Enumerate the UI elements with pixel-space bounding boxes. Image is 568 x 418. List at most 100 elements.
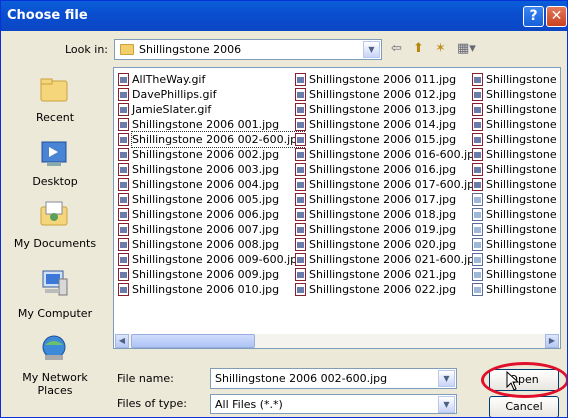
view-menu-icon[interactable]: ▦▾	[457, 41, 476, 57]
image-file-icon	[295, 148, 306, 161]
file-item[interactable]: Shillingstone 2006 020.jpg	[293, 237, 469, 252]
file-item[interactable]: Shillingstone 20(	[470, 87, 560, 102]
close-button[interactable]: ✕	[546, 6, 567, 27]
file-item[interactable]: Shillingstone 2006 002.jpg	[116, 147, 292, 162]
file-name: Shillingstone 20(	[486, 163, 560, 176]
file-item[interactable]: Shillingstone 2006 003.jpg	[116, 162, 292, 177]
scroll-right-icon[interactable]: ▶	[545, 334, 559, 348]
image-file-icon	[118, 88, 129, 101]
file-item[interactable]: Shillingstone 20(	[470, 282, 560, 297]
file-item[interactable]: Shillingstone 2006 021-600.jpg	[293, 252, 481, 267]
file-item[interactable]: JamieSlater.gif	[116, 102, 292, 117]
file-item[interactable]: Shillingstone 2006 017-600.jpg	[293, 177, 481, 192]
scrollbar-thumb[interactable]	[131, 334, 255, 348]
file-item[interactable]: Shillingstone 20(	[470, 72, 560, 87]
file-name: DavePhillips.gif	[132, 88, 217, 101]
file-item[interactable]: Shillingstone 2006 002-600.jpg	[116, 131, 306, 148]
file-name: Shillingstone 2006 018.jpg	[309, 208, 457, 221]
image-file-icon	[472, 118, 483, 131]
file-type-value: All Files (*.*)	[215, 398, 283, 411]
file-item[interactable]: Shillingstone 2006 006.jpg	[116, 207, 292, 222]
file-item[interactable]: Shillingstone 20(	[470, 132, 560, 147]
file-item[interactable]: Shillingstone 20(	[470, 117, 560, 132]
image-file-icon	[118, 283, 129, 296]
desktop-icon	[41, 141, 67, 166]
image-file-icon	[118, 118, 129, 131]
file-column: AllTheWay.gif DavePhillips.gif JamieSlater…	[116, 72, 306, 297]
up-folder-icon[interactable]: ⬆	[413, 41, 424, 57]
file-item[interactable]: Shillingstone 2006 017.jpg	[293, 192, 469, 207]
place-label: My Network Places	[22, 371, 88, 397]
file-item[interactable]: Shillingstone 2006 009.jpg	[116, 267, 292, 282]
file-name: Shillingstone 20(	[486, 103, 560, 116]
file-item[interactable]: Shillingstone 20(	[470, 207, 560, 222]
file-item[interactable]: Shillingstone 2006 018.jpg	[293, 207, 469, 222]
file-item[interactable]: Shillingstone 2006 019.jpg	[293, 222, 469, 237]
file-item[interactable]: Shillingstone 20(	[470, 252, 560, 267]
image-file-icon	[295, 178, 306, 191]
file-name: Shillingstone 2006 014.jpg	[309, 118, 457, 131]
network-places-icon	[42, 335, 66, 360]
file-item[interactable]: DavePhillips.gif	[116, 87, 292, 102]
image-file-icon	[472, 193, 483, 206]
file-name-input[interactable]: Shillingstone 2006 002-600.jpg ▼	[210, 368, 457, 389]
file-item[interactable]: Shillingstone 2006 005.jpg	[116, 192, 292, 207]
back-icon[interactable]: ⇦	[391, 41, 402, 57]
file-item[interactable]: Shillingstone 20(	[470, 192, 560, 207]
file-item[interactable]: Shillingstone 20(	[470, 147, 560, 162]
file-name: Shillingstone 20(	[486, 178, 560, 191]
look-in-dropdown[interactable]: Shillingstone 2006 ▼	[114, 39, 382, 60]
file-item[interactable]: Shillingstone 2006 007.jpg	[116, 222, 292, 237]
image-file-icon	[118, 163, 129, 176]
file-name: Shillingstone 20(	[486, 88, 560, 101]
file-item[interactable]: Shillingstone 2006 009-600.jpg	[116, 252, 304, 267]
file-item[interactable]: Shillingstone 20(	[470, 162, 560, 177]
file-item[interactable]: Shillingstone 20(	[470, 222, 560, 237]
file-list[interactable]: AllTheWay.gif DavePhillips.gif JamieSlater…	[113, 67, 561, 349]
image-file-icon	[118, 193, 129, 206]
file-item[interactable]: Shillingstone 2006 001.jpg	[116, 117, 292, 132]
file-item[interactable]: Shillingstone 2006 022.jpg	[293, 282, 469, 297]
image-file-icon	[118, 223, 129, 236]
image-file-icon	[472, 208, 483, 221]
file-item[interactable]: Shillingstone 2006 004.jpg	[116, 177, 292, 192]
image-file-icon	[472, 268, 483, 281]
file-name: Shillingstone 2006 022.jpg	[309, 283, 457, 296]
file-item[interactable]: Shillingstone 2006 015.jpg	[293, 132, 469, 147]
horizontal-scrollbar[interactable]: ◀ ▶	[115, 334, 559, 348]
chevron-down-icon[interactable]: ▼	[363, 41, 380, 58]
image-file-icon	[472, 73, 483, 86]
scroll-left-icon[interactable]: ◀	[115, 334, 129, 348]
image-file-icon	[295, 253, 306, 266]
file-name: Shillingstone 20(	[486, 238, 560, 251]
chevron-down-icon[interactable]: ▼	[438, 370, 455, 387]
help-button[interactable]: ?	[523, 6, 544, 27]
chevron-down-icon[interactable]: ▼	[438, 396, 455, 413]
new-folder-icon[interactable]: ✶	[435, 41, 446, 57]
file-item[interactable]: Shillingstone 20(	[470, 267, 560, 282]
file-name: Shillingstone 20(	[486, 268, 560, 281]
file-item[interactable]: Shillingstone 2006 016-600.jpg	[293, 147, 481, 162]
file-type-dropdown[interactable]: All Files (*.*) ▼	[210, 394, 457, 414]
image-file-icon	[472, 238, 483, 251]
file-item[interactable]: Shillingstone 20(	[470, 177, 560, 192]
file-item[interactable]: Shillingstone 2006 011.jpg	[293, 72, 469, 87]
file-item[interactable]: AllTheWay.gif	[116, 72, 292, 87]
file-item[interactable]: Shillingstone 2006 016.jpg	[293, 162, 469, 177]
file-item[interactable]: Shillingstone 2006 014.jpg	[293, 117, 469, 132]
place-label: Recent	[35, 111, 75, 124]
file-item[interactable]: Shillingstone 2006 010.jpg	[116, 282, 292, 297]
mouse-cursor-icon	[506, 371, 520, 391]
file-name: Shillingstone 2006 005.jpg	[132, 193, 280, 206]
image-file-icon	[118, 133, 129, 146]
file-item[interactable]: Shillingstone 2006 012.jpg	[293, 87, 469, 102]
file-item[interactable]: Shillingstone 20(	[470, 237, 560, 252]
file-type-label: Files of type:	[117, 397, 188, 410]
file-item[interactable]: Shillingstone 2006 008.jpg	[116, 237, 292, 252]
title-bar[interactable]: Choose file ? ✕	[1, 1, 567, 31]
file-item[interactable]: Shillingstone 20(	[470, 102, 560, 117]
file-item[interactable]: Shillingstone 2006 013.jpg	[293, 102, 469, 117]
cancel-button[interactable]: Cancel	[489, 396, 559, 417]
file-item[interactable]: Shillingstone 2006 021.jpg	[293, 267, 469, 282]
file-name-value[interactable]: Shillingstone 2006 002-600.jpg	[215, 372, 387, 385]
